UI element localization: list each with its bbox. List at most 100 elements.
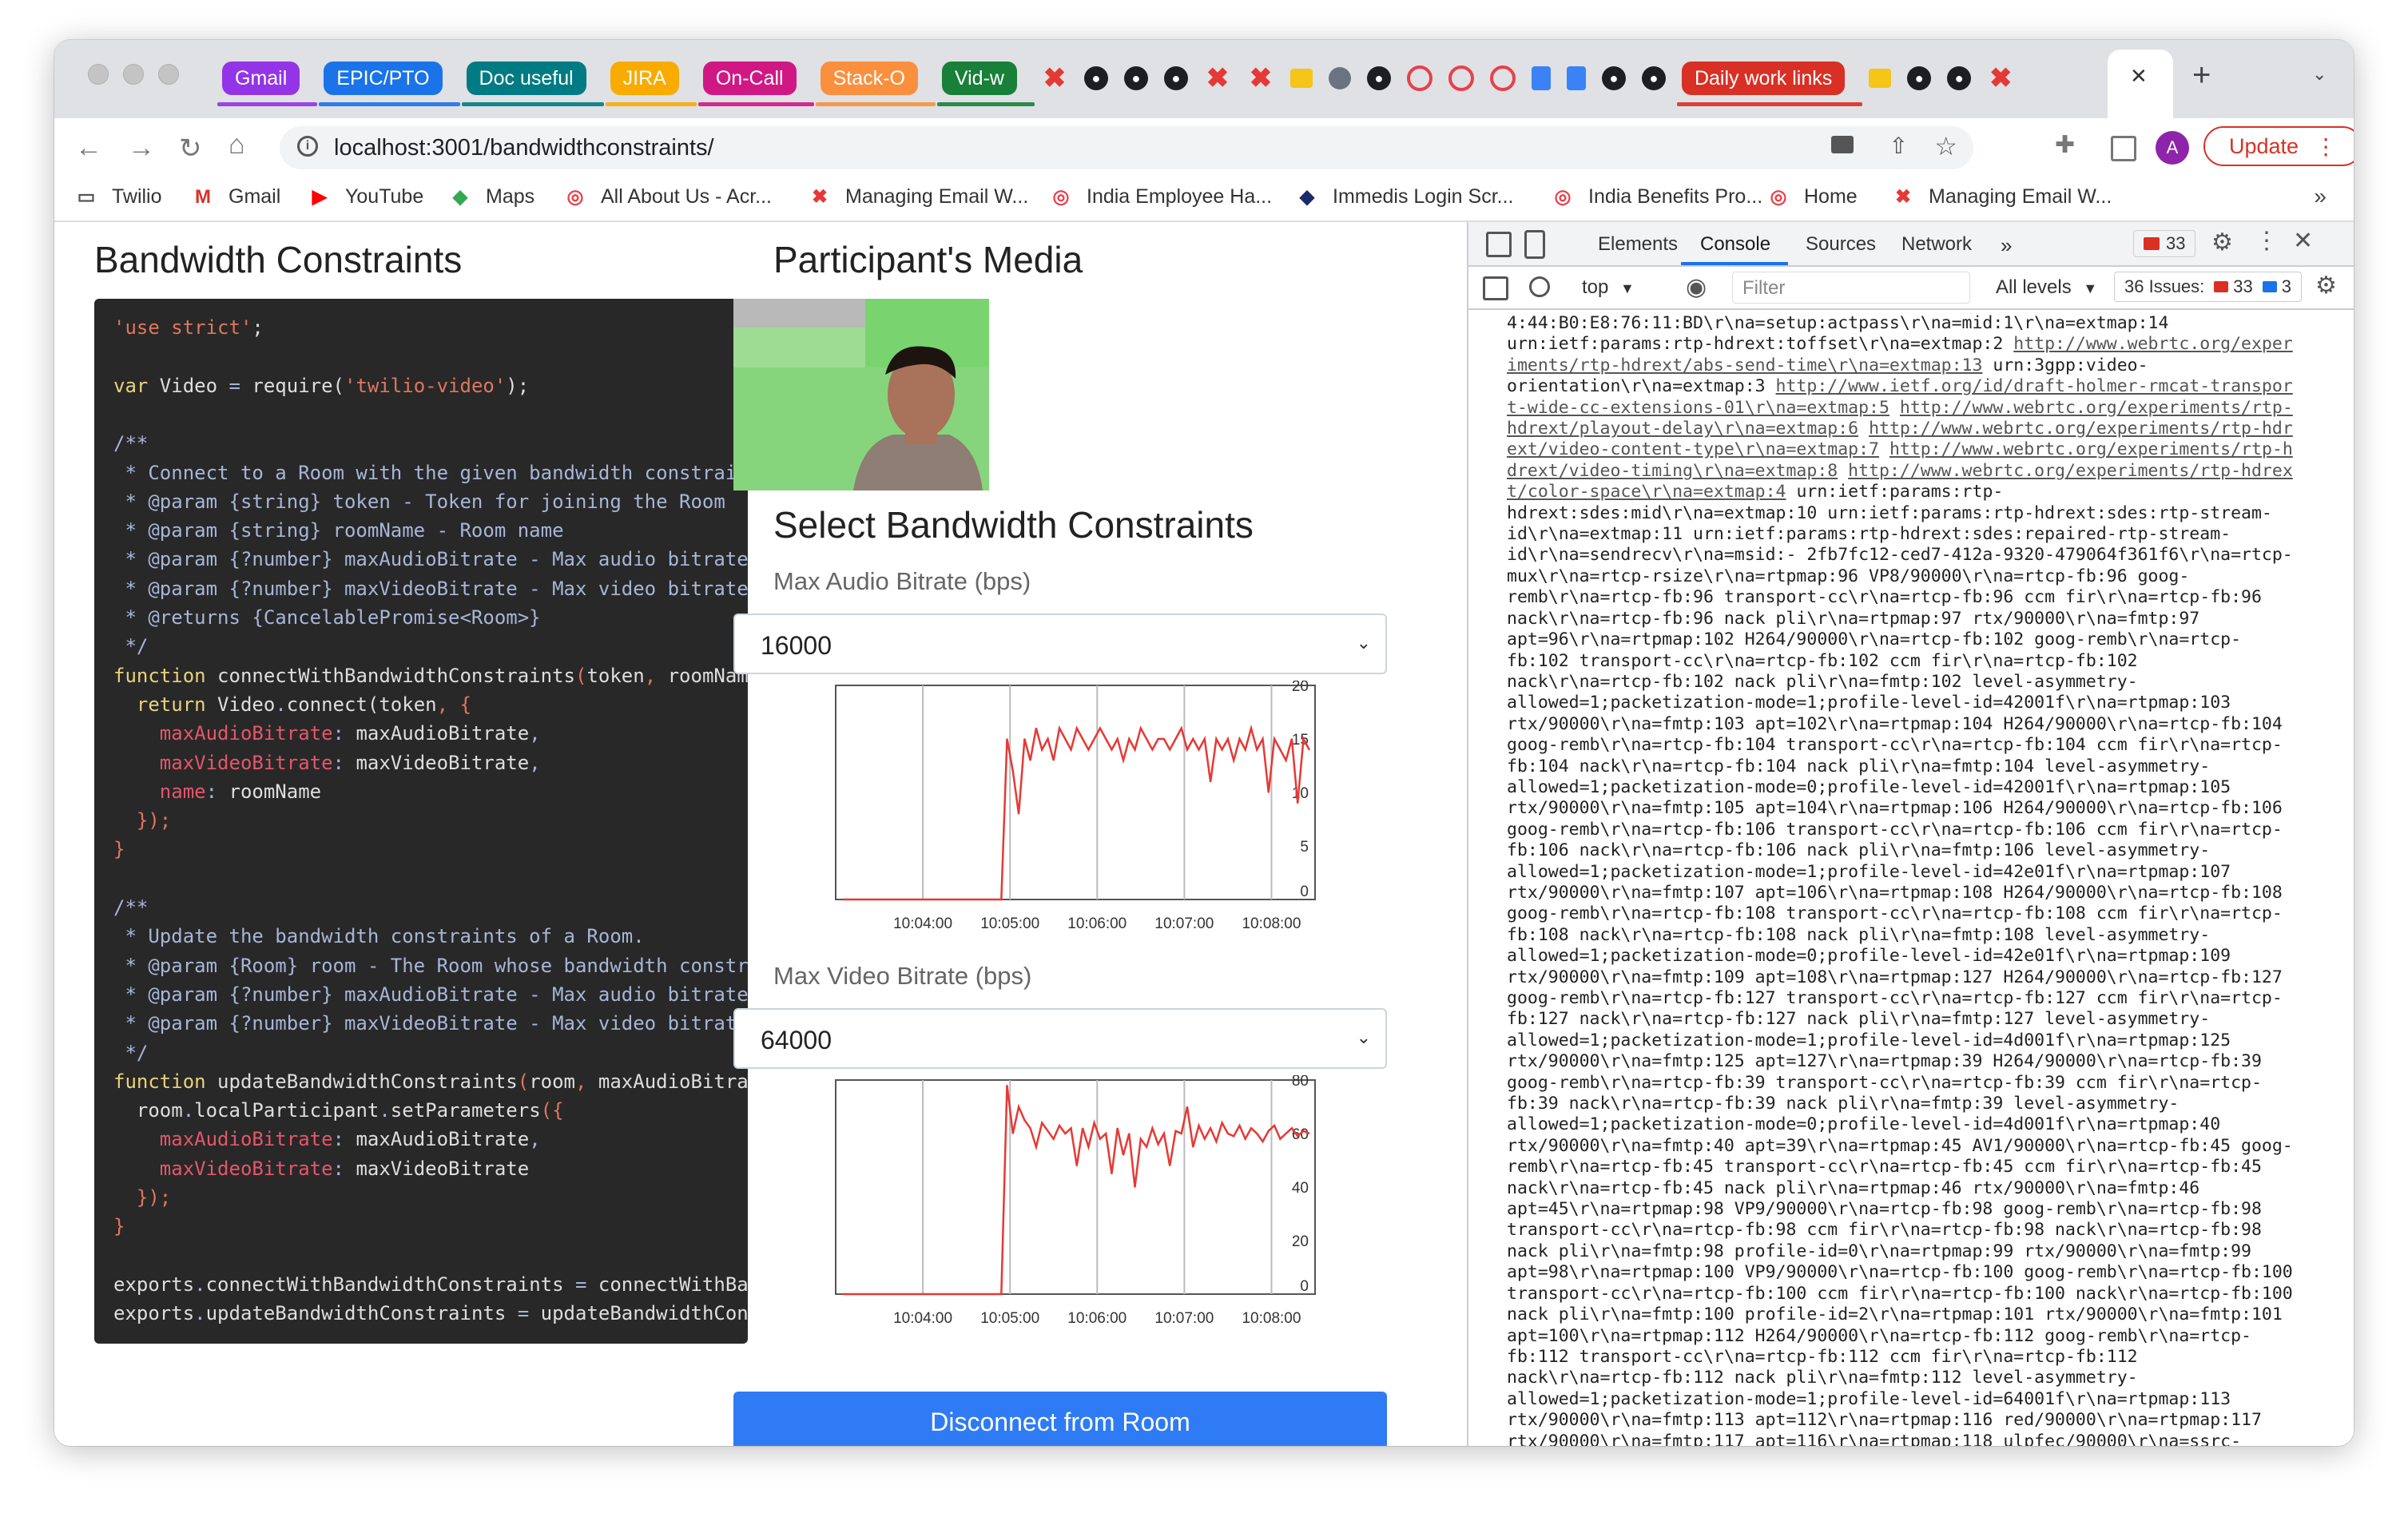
share-icon[interactable]: ⇧ (1889, 133, 1908, 159)
x-logo-icon[interactable]: ✖ (1247, 63, 1274, 93)
tab-search-chevron-icon[interactable]: ⌄ (2312, 64, 2327, 85)
sheet-icon[interactable] (1869, 69, 1892, 88)
device-toolbar-icon[interactable] (1524, 230, 1545, 259)
tab-group-1[interactable]: EPIC/PTO (319, 62, 460, 106)
bookmarks-overflow-icon[interactable]: » (2314, 184, 2327, 209)
address-bar[interactable]: i localhost:3001/bandwidthconstraints/ ⇧… (280, 126, 1973, 169)
tab-sources[interactable]: Sources (1806, 233, 1876, 256)
back-icon[interactable]: ← (75, 133, 102, 164)
console-link[interactable]: iments/rtp-hdrext/abs-send-time\r\na=ext… (1507, 355, 1982, 375)
circle-logo-icon[interactable] (1406, 66, 1432, 91)
sheet-icon[interactable] (1289, 69, 1313, 88)
avatar[interactable]: A (2156, 131, 2189, 165)
site-info-icon[interactable]: i (297, 136, 318, 157)
close-window-button[interactable] (88, 64, 109, 85)
github-icon[interactable]: ● (1947, 66, 1972, 90)
bookmark-item[interactable]: ▶ YouTube (308, 185, 423, 208)
tab-group-3[interactable]: JIRA (605, 62, 697, 106)
devtools-overflow-icon[interactable]: » (2001, 233, 2012, 258)
log-levels-select[interactable]: All levels ▼ (1996, 276, 2097, 299)
bookmark-star-icon[interactable]: ☆ (1934, 131, 1957, 161)
extensions-icon[interactable]: ✚ (2055, 131, 2075, 159)
tab-console[interactable]: Console (1700, 233, 1770, 256)
inspect-element-icon[interactable] (1486, 232, 1512, 257)
circle-logo-icon[interactable] (1448, 66, 1474, 91)
console-link[interactable]: http://www.webrtc.org/exper (2013, 334, 2293, 354)
x-tick-label: 10:06:00 (1067, 1310, 1127, 1323)
console-text: allowed=1;packetization-mode=0;profile-l… (1507, 1114, 2221, 1135)
clear-console-icon[interactable] (1529, 276, 1550, 297)
console-link[interactable]: http://www.webrtc.org/experiments/rtp- (1900, 398, 2293, 418)
console-link[interactable]: http://www.ietf.org/id/draft-holmer-rmca… (1776, 376, 2293, 396)
code-token: . (194, 1302, 206, 1325)
console-settings-icon[interactable]: ⚙ (2315, 272, 2337, 300)
console-text: remb\r\na=rtcp-fb:96 transport-cc\r\na=r… (1507, 587, 2262, 608)
github-icon[interactable]: ● (1123, 66, 1148, 90)
bookmark-item[interactable]: ◎ Home (1767, 185, 1858, 208)
bookmark-item[interactable]: ▭ Twilio (75, 185, 162, 208)
tab-group-daily[interactable]: Daily work links (1676, 62, 1863, 106)
console-link[interactable]: t/color-space\r\na=extmap:4 (1507, 482, 1786, 502)
forward-icon[interactable]: → (128, 133, 155, 164)
error-count-badge[interactable]: 33 (2133, 230, 2196, 257)
tab-group-0[interactable]: Gmail (217, 62, 318, 106)
side-panel-icon[interactable] (2111, 136, 2136, 161)
new-tab-icon[interactable]: + (2192, 58, 2211, 93)
url-text[interactable]: localhost:3001/bandwidthconstraints/ (334, 135, 714, 161)
tab-network[interactable]: Network (1901, 233, 1972, 256)
bookmark-item[interactable]: ◎ India Employee Ha... (1050, 185, 1273, 208)
home-icon[interactable]: ⌂ (228, 129, 245, 161)
globe-icon[interactable] (1328, 67, 1351, 89)
issues-button[interactable]: 36 Issues: 33 3 (2114, 272, 2303, 302)
bookmark-item[interactable]: ◆ Maps (449, 185, 534, 208)
maximize-window-button[interactable] (158, 64, 179, 85)
console-link[interactable]: ext/video-content-type\r\na=extmap:7 (1507, 439, 1879, 459)
console-link[interactable]: http://www.webrtc.org/experiments/rtp-h (1889, 439, 2293, 459)
tab-elements[interactable]: Elements (1598, 233, 1678, 256)
x-logo-icon[interactable]: ✖ (1204, 63, 1231, 93)
github-icon[interactable]: ● (1907, 66, 1932, 90)
tab-group-2[interactable]: Doc useful (461, 62, 604, 106)
context-select[interactable]: top ▼ (1582, 276, 1635, 299)
github-icon[interactable]: ● (1083, 66, 1108, 90)
console-link[interactable]: drext/video-timing\r\na=extmap:8 (1507, 461, 1838, 481)
console-sidebar-icon[interactable] (1483, 276, 1508, 300)
disconnect-button[interactable]: Disconnect from Room (733, 1392, 1387, 1446)
close-devtools-icon[interactable]: ✕ (2293, 227, 2313, 255)
console-link[interactable]: t-wide-cc-extensions-01\r\na=extmap:5 (1507, 398, 1889, 418)
reload-icon[interactable]: ↻ (179, 133, 202, 165)
settings-gear-icon[interactable]: ⚙ (2211, 228, 2233, 256)
bookmark-item[interactable]: ◎ India Benefits Pro... (1552, 185, 1763, 208)
github-icon[interactable]: ● (1366, 66, 1391, 90)
github-icon[interactable]: ● (1163, 66, 1188, 90)
console-line: fb:127 nack\r\na=rtcp-fb:127 nack pli\r\… (1507, 1009, 2346, 1030)
console-filter-input[interactable]: Filter (1732, 272, 1970, 304)
close-tab-icon[interactable]: ✕ (2130, 64, 2148, 89)
devtools-menu-icon[interactable]: ⋮ (2255, 227, 2279, 255)
tab-group-4[interactable]: On-Call (697, 62, 814, 106)
minimize-window-button[interactable] (123, 64, 144, 85)
github-icon[interactable]: ● (1601, 66, 1626, 90)
eye-icon[interactable]: ◉ (1686, 273, 1707, 301)
tab-group-5[interactable]: Stack-O (815, 62, 936, 106)
audio-bitrate-select[interactable]: 16000 ⌄ (733, 614, 1387, 674)
bookmark-item[interactable]: ◆ Immedis Login Scr... (1296, 185, 1514, 208)
x-logo-icon[interactable]: ✖ (1987, 63, 2014, 93)
github-icon[interactable]: ● (1641, 66, 1666, 90)
camera-icon[interactable] (1831, 136, 1854, 153)
bookmark-item[interactable]: ✖ Managing Email W... (809, 185, 1028, 208)
circle-logo-icon[interactable] (1489, 66, 1516, 91)
bookmark-item[interactable]: ◎ All About Us - Acr... (564, 185, 772, 208)
console-link[interactable]: http://www.webrtc.org/experiments/rtp-hd… (1848, 461, 2293, 481)
active-tab[interactable]: ✕ (2108, 50, 2173, 118)
video-bitrate-select[interactable]: 64000 ⌄ (733, 1008, 1387, 1069)
bookmark-item[interactable]: ✖ Managing Email W... (1892, 185, 2112, 208)
docs-icon[interactable] (1531, 66, 1551, 90)
update-button[interactable]: Update ⋮ (2203, 126, 2354, 166)
console-link[interactable]: hdrext/playout-delay\r\na=extmap:6 (1507, 419, 1858, 439)
docs-icon[interactable] (1566, 66, 1586, 90)
x-logo-icon[interactable]: ✖ (1041, 63, 1068, 93)
bookmark-item[interactable]: M Gmail (192, 185, 280, 208)
tab-group-6[interactable]: Vid-w (936, 62, 1035, 106)
console-link[interactable]: http://www.webrtc.org/experiments/rtp-hd… (1869, 419, 2293, 439)
